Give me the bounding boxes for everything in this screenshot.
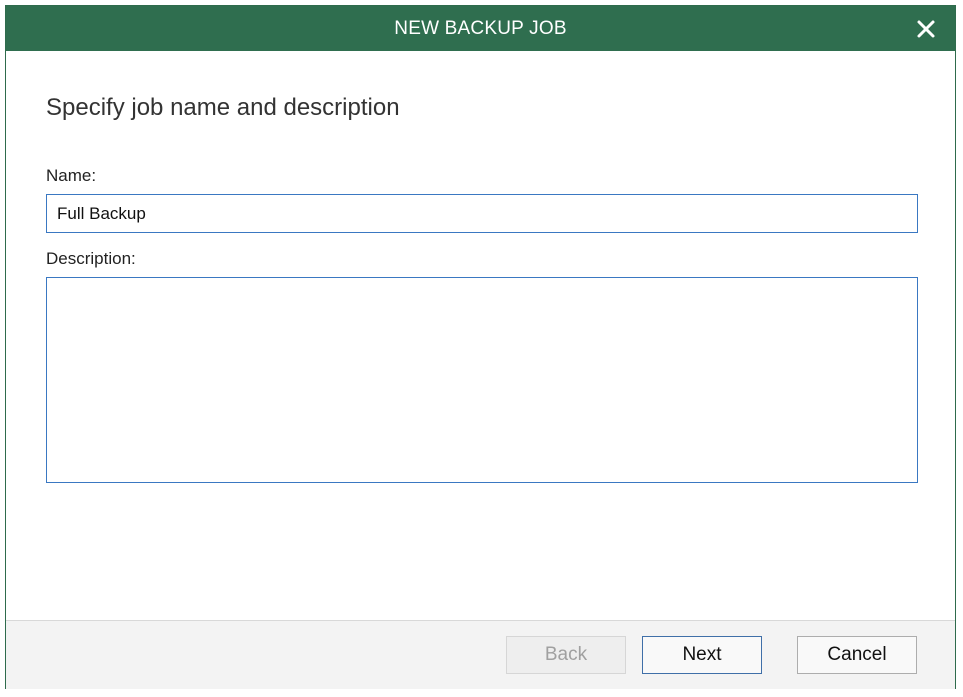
dialog-footer: Back Next Cancel (6, 620, 955, 689)
dialog-title: NEW BACKUP JOB (394, 18, 567, 39)
page-heading: Specify job name and description (46, 94, 400, 121)
description-label: Description: (46, 249, 136, 268)
next-button[interactable]: Next (642, 636, 762, 674)
close-button[interactable] (911, 14, 941, 44)
cancel-button[interactable]: Cancel (797, 636, 917, 674)
close-icon (917, 20, 935, 38)
dialog-titlebar: NEW BACKUP JOB (6, 6, 955, 51)
name-label: Name: (46, 166, 97, 185)
new-backup-job-dialog: NEW BACKUP JOB Specify job name and desc… (5, 5, 956, 689)
back-button[interactable]: Back (506, 636, 626, 674)
name-input[interactable] (46, 194, 918, 233)
description-input[interactable] (46, 277, 918, 483)
